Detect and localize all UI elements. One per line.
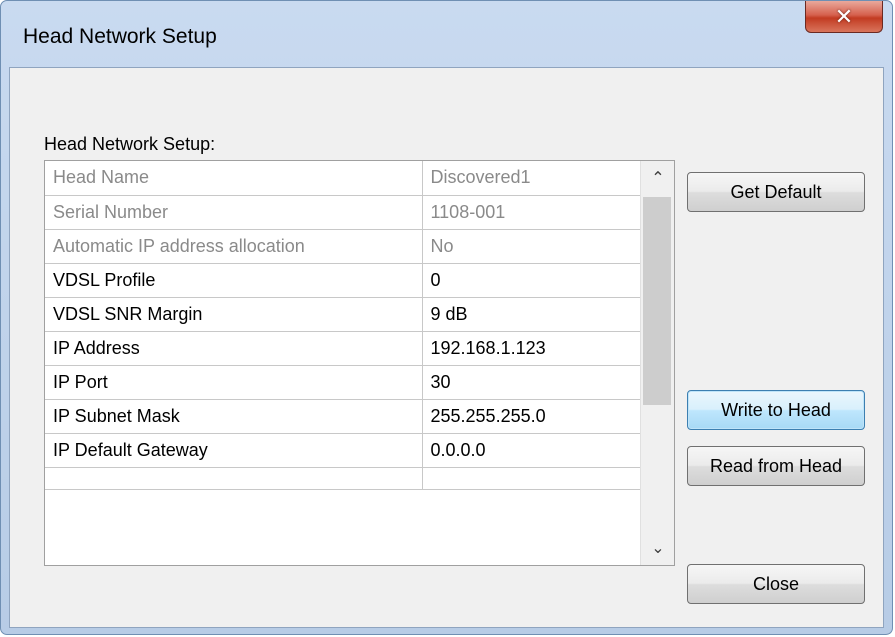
property-name: Automatic IP address allocation — [45, 229, 423, 264]
close-icon: ✕ — [834, 3, 854, 29]
window-close-button[interactable]: ✕ — [805, 1, 883, 33]
property-value: 1108-001 — [422, 195, 641, 230]
read-from-head-button[interactable]: Read from Head — [687, 446, 865, 486]
property-name: IP Port — [45, 365, 423, 400]
scroll-thumb[interactable] — [643, 197, 671, 405]
property-row-ip-port[interactable]: IP Port 30 — [45, 365, 641, 400]
property-row-ip-subnet-mask[interactable]: IP Subnet Mask 255.255.255.0 — [45, 399, 641, 434]
property-name: VDSL SNR Margin — [45, 297, 423, 332]
property-value-field[interactable]: 0.0.0.0 — [422, 433, 641, 468]
scroll-down-button[interactable]: ⌄ — [641, 531, 674, 565]
property-row-head-name[interactable]: Head Name Discovered1 — [45, 161, 641, 196]
property-value-field[interactable]: 9 dB — [422, 297, 641, 332]
property-value: Discovered1 — [422, 161, 641, 196]
property-row-vdsl-snr-margin[interactable]: VDSL SNR Margin 9 dB — [45, 297, 641, 332]
dialog-window: Head Network Setup ✕ Head Network Setup:… — [0, 0, 893, 635]
property-name: IP Subnet Mask — [45, 399, 423, 434]
property-value-field[interactable]: 255.255.255.0 — [422, 399, 641, 434]
property-row-ip-address[interactable]: IP Address 192.168.1.123 — [45, 331, 641, 366]
scroll-up-button[interactable]: ⌃ — [641, 161, 674, 195]
property-name: IP Address — [45, 331, 423, 366]
property-grid: Head Name Discovered1 Serial Number 1108… — [44, 160, 675, 566]
window-title: Head Network Setup — [23, 25, 217, 48]
property-row-vdsl-profile[interactable]: VDSL Profile 0 — [45, 263, 641, 298]
property-row-auto-ip[interactable]: Automatic IP address allocation No — [45, 229, 641, 264]
title-bar[interactable]: Head Network Setup ✕ — [1, 1, 892, 67]
property-value-field[interactable] — [422, 467, 641, 490]
write-to-head-button[interactable]: Write to Head — [687, 390, 865, 430]
property-row-ip-default-gateway[interactable]: IP Default Gateway 0.0.0.0 — [45, 433, 641, 468]
property-row-serial-number[interactable]: Serial Number 1108-001 — [45, 195, 641, 230]
property-value-field[interactable]: 192.168.1.123 — [422, 331, 641, 366]
property-value: No — [422, 229, 641, 264]
group-label: Head Network Setup: — [44, 134, 216, 154]
property-value-field[interactable]: 0 — [422, 263, 641, 298]
property-value-field[interactable]: 30 — [422, 365, 641, 400]
property-name — [45, 467, 423, 490]
get-default-button[interactable]: Get Default — [687, 172, 865, 212]
vertical-scrollbar[interactable]: ⌃ ⌄ — [640, 161, 674, 565]
property-name: VDSL Profile — [45, 263, 423, 298]
property-name: IP Default Gateway — [45, 433, 423, 468]
property-table: Head Name Discovered1 Serial Number 1108… — [45, 161, 641, 490]
property-name: Head Name — [45, 161, 423, 196]
close-button[interactable]: Close — [687, 564, 865, 604]
property-name: Serial Number — [45, 195, 423, 230]
property-row-empty[interactable] — [45, 467, 641, 490]
dialog-body: Head Network Setup: Head Name Discovered… — [9, 67, 884, 628]
chevron-down-icon: ⌄ — [651, 540, 665, 557]
chevron-up-icon: ⌃ — [651, 170, 665, 187]
